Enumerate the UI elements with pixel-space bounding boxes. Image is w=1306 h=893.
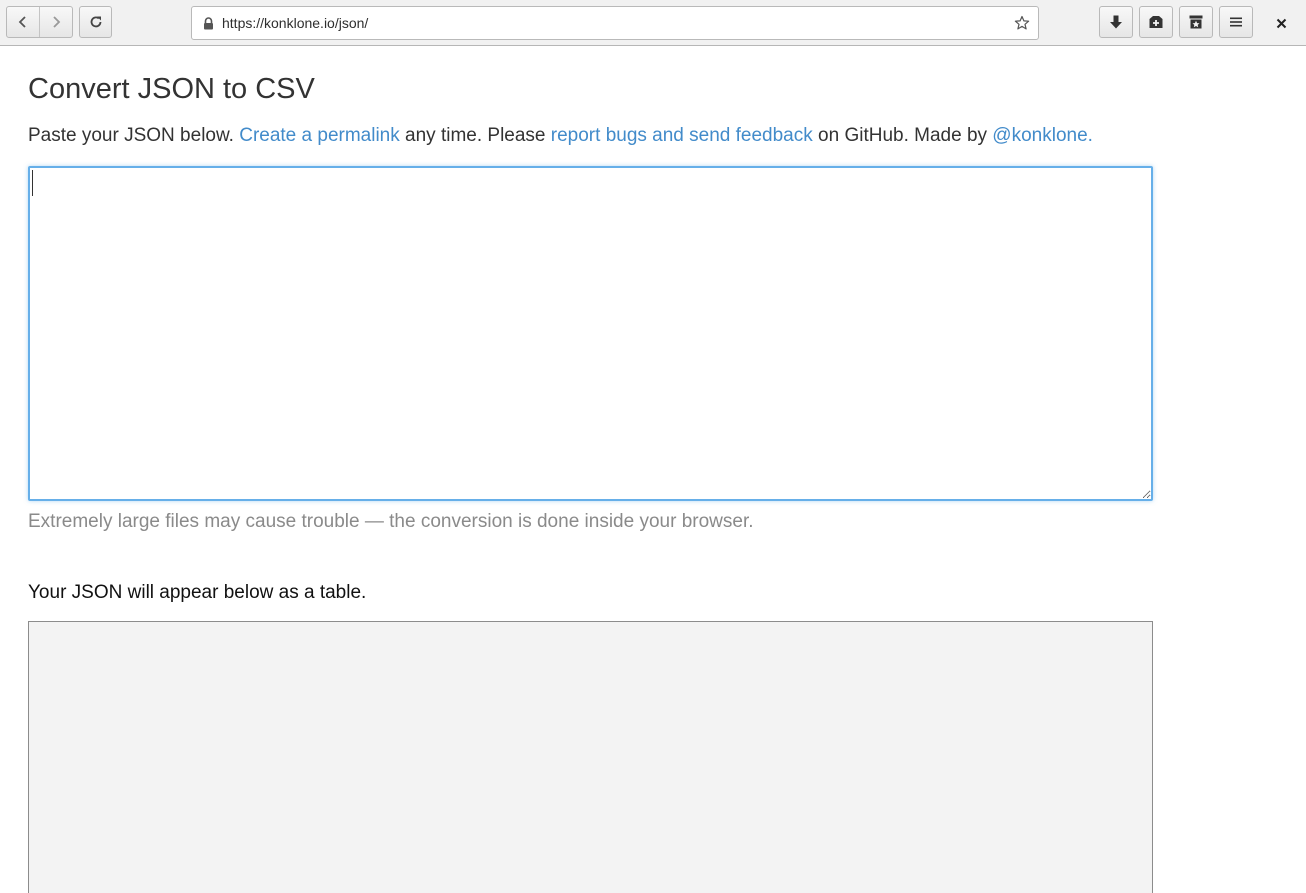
page-title: Convert JSON to CSV <box>28 73 315 105</box>
bookmarks-button[interactable] <box>1179 6 1213 38</box>
json-input[interactable] <box>28 166 1153 501</box>
chevron-right-icon <box>53 16 61 28</box>
hamburger-menu-icon <box>1230 17 1242 27</box>
forward-button[interactable] <box>39 7 72 37</box>
url-bar[interactable]: https://konklone.io/json/ <box>191 6 1039 40</box>
lock-icon <box>204 17 213 30</box>
intro-text: Paste your JSON below. Create a permalin… <box>28 125 1093 147</box>
url-text: https://konklone.io/json/ <box>222 15 369 31</box>
intro-text-part2: any time. Please <box>399 125 551 146</box>
report-bugs-link[interactable]: report bugs and send feedback <box>551 125 813 146</box>
table-caption: Your JSON will appear below as a table. <box>28 582 367 603</box>
large-file-hint: Extremely large files may cause trouble … <box>28 511 754 532</box>
reload-button[interactable] <box>79 6 112 38</box>
downloads-button[interactable] <box>1099 6 1133 38</box>
close-window-button[interactable] <box>1270 12 1292 34</box>
star-icon[interactable] <box>1014 15 1030 31</box>
browser-toolbar: https://konklone.io/json/ <box>0 0 1306 46</box>
nav-button-group <box>6 6 73 38</box>
bookmarks-icon <box>1189 15 1203 29</box>
text-cursor <box>32 170 33 196</box>
chevron-left-icon <box>18 16 26 28</box>
menu-button[interactable] <box>1219 6 1253 38</box>
back-button[interactable] <box>7 7 39 37</box>
intro-text-part3: on GitHub. Made by <box>812 125 993 146</box>
create-permalink-link[interactable]: Create a permalink <box>239 125 400 146</box>
author-link[interactable]: @konklone. <box>992 125 1093 146</box>
intro-text-part1: Paste your JSON below. <box>28 125 240 146</box>
json-table-output[interactable] <box>28 621 1153 893</box>
download-icon <box>1110 15 1122 29</box>
close-icon <box>1276 18 1286 28</box>
new-tab-icon <box>1149 16 1163 28</box>
reload-icon <box>90 16 101 28</box>
new-tab-button[interactable] <box>1139 6 1173 38</box>
